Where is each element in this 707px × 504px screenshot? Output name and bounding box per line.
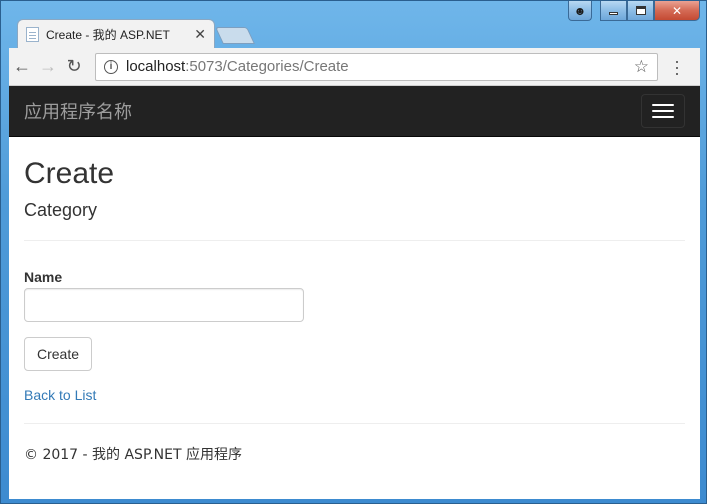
back-arrow-icon[interactable]: ← — [9, 54, 35, 80]
page-favicon-icon — [26, 27, 39, 42]
bookmark-star-icon[interactable]: ☆ — [634, 57, 649, 77]
page-subtitle: Category — [24, 200, 98, 220]
page-viewport: 应用程序名称 Create Category Name Create Back … — [9, 86, 700, 499]
footer-text: © 2017 - 我的 ASP.NET 应用程序 — [24, 447, 242, 463]
name-input[interactable] — [24, 288, 304, 322]
browser-tab[interactable]: Create - 我的 ASP.NET ✕ — [17, 19, 215, 49]
name-label: Name — [24, 269, 63, 285]
browser-window: ☻ ✕ Create - 我的 ASP.NET ✕ ← → ↻ i localh… — [0, 0, 707, 504]
main-content: Create Category Name Create Back to List… — [9, 157, 700, 464]
create-button[interactable]: Create — [24, 337, 93, 371]
minimize-button[interactable] — [600, 1, 627, 21]
hamburger-icon-bar — [652, 104, 674, 106]
back-to-list-link[interactable]: Back to List — [24, 387, 685, 403]
address-bar[interactable]: i localhost:5073/Categories/Create ☆ — [95, 52, 658, 81]
maximize-icon — [635, 6, 646, 15]
site-navbar: 应用程序名称 — [9, 86, 700, 137]
divider — [24, 240, 685, 241]
browser-toolbar: ← → ↻ i localhost:5073/Categories/Create… — [9, 48, 700, 86]
tab-title: Create - 我的 ASP.NET — [46, 28, 170, 42]
minimize-icon — [609, 12, 618, 15]
reload-icon[interactable]: ↻ — [61, 54, 87, 80]
hamburger-icon-bar — [652, 110, 674, 112]
user-icon[interactable]: ☻ — [568, 1, 592, 21]
window-controls: ☻ ✕ — [568, 1, 700, 21]
page-title: Create — [24, 157, 115, 190]
close-window-button[interactable]: ✕ — [654, 1, 700, 21]
url-host: localhost — [126, 58, 186, 75]
info-icon[interactable]: i — [104, 59, 118, 74]
forward-arrow-icon[interactable]: → — [35, 54, 61, 80]
hamburger-icon-bar — [652, 116, 674, 118]
browser-menu-icon[interactable]: · · · — [670, 52, 684, 82]
divider — [24, 423, 685, 424]
site-brand[interactable]: 应用程序名称 — [24, 98, 132, 124]
tab-close-icon[interactable]: ✕ — [194, 26, 206, 43]
url-path: :5073/Categories/Create — [185, 58, 349, 75]
menu-toggle-button[interactable] — [641, 94, 685, 128]
maximize-button[interactable] — [627, 1, 654, 21]
